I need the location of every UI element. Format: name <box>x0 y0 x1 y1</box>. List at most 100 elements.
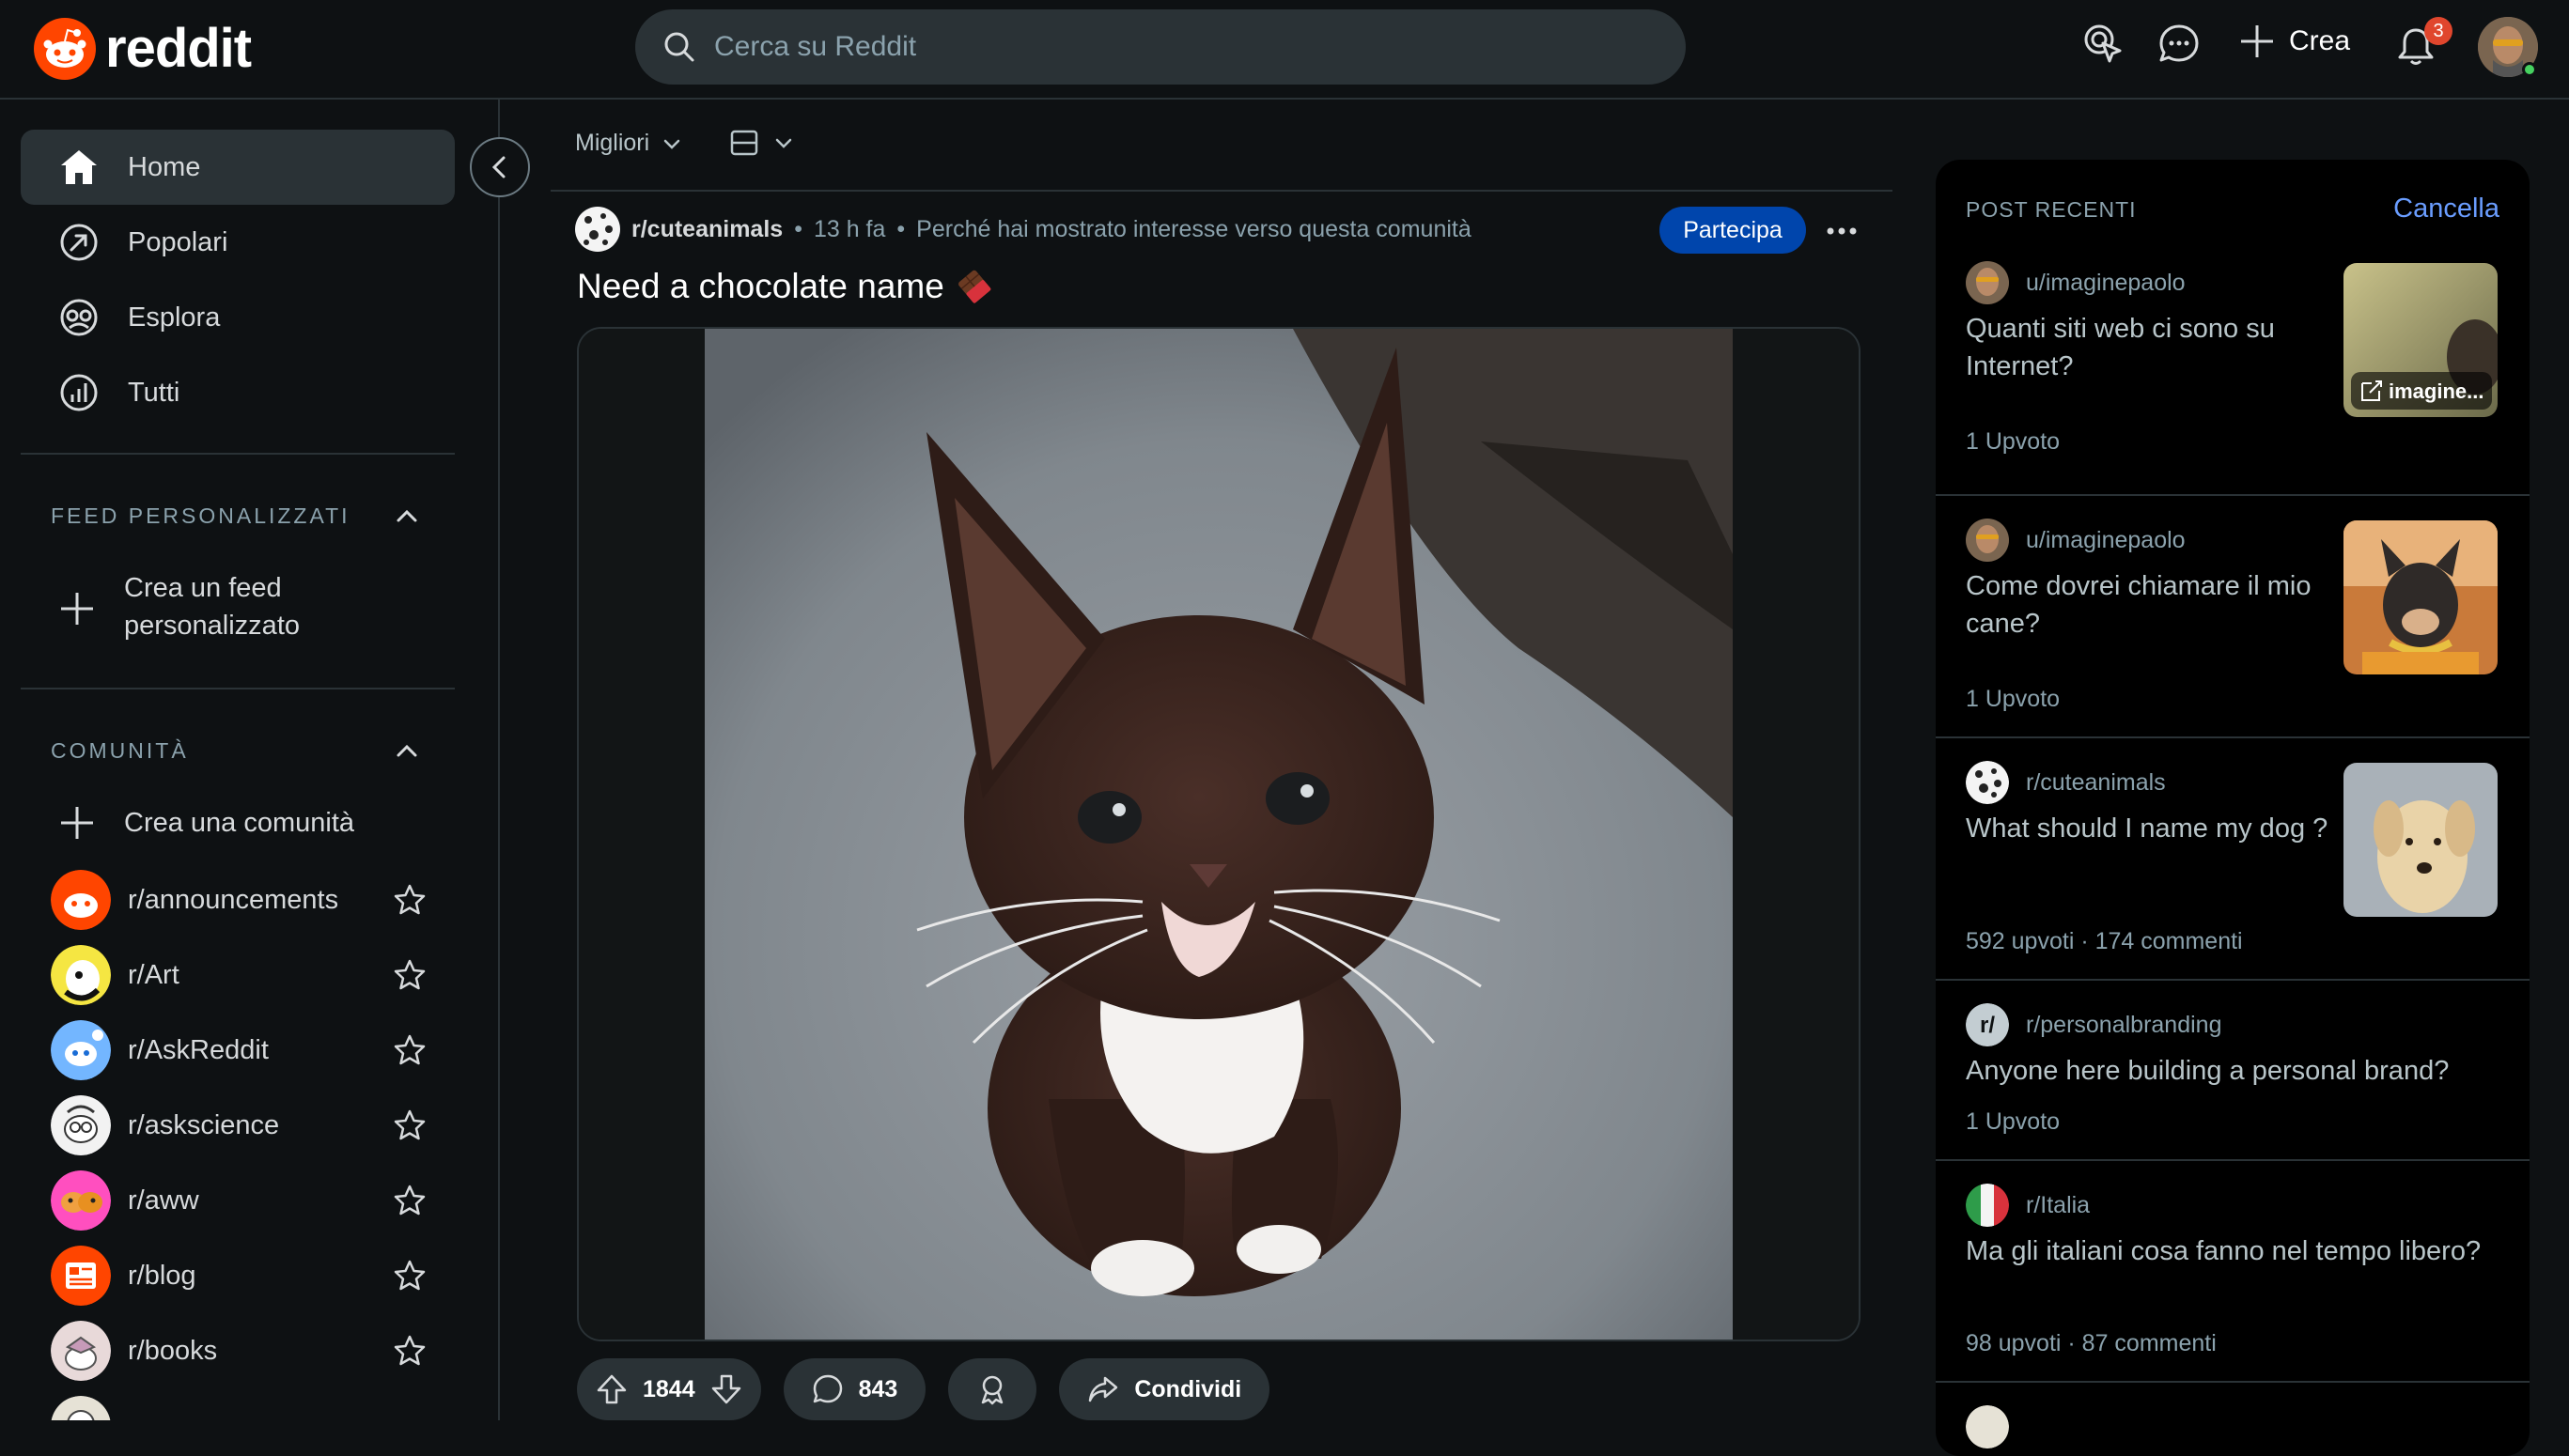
nav-explore-label: Esplora <box>128 302 221 333</box>
star-icon[interactable] <box>393 1033 427 1067</box>
recent-post-title: Ma gli italiani cosa fanno nel tempo lib… <box>1966 1236 2482 1266</box>
star-icon[interactable] <box>393 1108 427 1142</box>
sidebar-divider <box>21 688 455 689</box>
post-title[interactable]: Need a chocolate name <box>577 267 993 306</box>
view-mode-dropdown[interactable] <box>729 128 795 158</box>
community-avatar <box>51 1396 111 1420</box>
create-community-label: Crea una comunità <box>124 808 355 838</box>
star-icon[interactable] <box>393 883 427 917</box>
recent-post-item-partial[interactable] <box>1936 1383 2530 1456</box>
advertise-icon[interactable] <box>2082 23 2125 66</box>
post-actions: 1844 843 Condividi <box>577 1358 1270 1420</box>
community-item[interactable]: r/AskReddit <box>51 1020 427 1080</box>
nav-all-label: Tutti <box>128 377 180 408</box>
collapse-sidebar-button[interactable] <box>470 137 530 197</box>
community-name: r/AskReddit <box>128 1034 269 1065</box>
recent-post-thumbnail: imagine... <box>2343 263 2498 417</box>
share-button[interactable]: Condividi <box>1059 1358 1270 1420</box>
community-item[interactable]: r/Art <box>51 945 427 1005</box>
nav-popular-label: Popolari <box>128 226 228 257</box>
recent-post-title: Quanti siti web ci sono su Internet? <box>1966 314 2275 381</box>
star-icon[interactable] <box>393 1334 427 1368</box>
recent-post-item[interactable]: r/ r/personalbranding Anyone here buildi… <box>1936 981 2530 1161</box>
create-community[interactable]: Crea una comunità <box>58 804 354 842</box>
recent-post-thumbnail <box>2343 763 2498 917</box>
community-name: r/books <box>128 1335 218 1366</box>
community-item[interactable]: r/aww <box>51 1170 427 1231</box>
feed-divider <box>551 190 1892 192</box>
community-item-partial[interactable] <box>51 1396 427 1420</box>
chocolate-emoji-icon <box>958 270 991 303</box>
comment-count: 843 <box>858 1375 898 1402</box>
post-time: 13 h fa <box>813 215 886 242</box>
chevron-down-icon <box>663 139 680 149</box>
share-label: Condividi <box>1134 1375 1242 1402</box>
award-icon <box>982 1375 1004 1405</box>
community-item[interactable]: r/blog <box>51 1246 427 1306</box>
downvote-icon[interactable] <box>710 1373 742 1405</box>
post-title-text: Need a chocolate name <box>577 267 944 305</box>
nav-popular[interactable]: Popolari <box>21 205 455 280</box>
recent-post-author: u/imaginepaolo <box>2026 269 2186 296</box>
community-avatar <box>51 1321 111 1381</box>
sort-label: Migliori <box>575 130 650 156</box>
recent-post-item[interactable]: r/cuteanimals What should I name my dog … <box>1936 738 2530 981</box>
recent-post-author: r/personalbranding <box>2026 1011 2222 1038</box>
star-icon[interactable] <box>393 1259 427 1293</box>
recent-post-title: Come dovrei chiamare il mio cane? <box>1966 571 2312 639</box>
recent-post-stats: 1 Upvoto <box>1966 686 2061 712</box>
nav-all[interactable]: Tutti <box>21 355 455 430</box>
search-icon <box>664 32 694 62</box>
meta-separator: • <box>896 215 906 242</box>
plus-icon <box>61 807 93 839</box>
comments-button[interactable]: 843 <box>783 1358 926 1420</box>
upvote-icon[interactable] <box>596 1373 628 1405</box>
post-subreddit-link[interactable]: r/cuteanimals <box>631 216 783 243</box>
post-media[interactable] <box>577 327 1861 1341</box>
meta-separator: • <box>794 215 802 242</box>
post-meta: r/cuteanimals • 13 h fa • Perché hai mos… <box>575 207 1471 252</box>
community-name: r/blog <box>128 1260 196 1291</box>
community-name: r/aww <box>128 1185 199 1216</box>
reddit-logo[interactable]: reddit <box>34 17 252 80</box>
community-item[interactable]: r/askscience <box>51 1095 427 1155</box>
chat-icon[interactable] <box>2157 23 2201 66</box>
all-icon <box>60 374 98 411</box>
award-button[interactable] <box>948 1358 1037 1420</box>
star-icon[interactable] <box>393 1184 427 1217</box>
recent-post-item[interactable]: r/Italia Ma gli italiani cosa fanno nel … <box>1936 1161 2530 1383</box>
nav-home[interactable]: Home <box>21 130 455 205</box>
communities-collapse-icon[interactable] <box>393 736 421 765</box>
recent-post-item[interactable]: u/imaginepaolo Come dovrei chiamare il m… <box>1936 496 2530 738</box>
more-options-icon[interactable] <box>1823 212 1861 250</box>
sort-dropdown[interactable]: Migliori <box>575 130 683 157</box>
recent-post-title: Anyone here building a personal brand? <box>1966 1056 2450 1086</box>
recent-post-author: r/cuteanimals <box>2026 768 2166 796</box>
share-icon <box>1089 1376 1118 1402</box>
community-item[interactable]: r/books <box>51 1321 427 1381</box>
create-post-button[interactable]: Crea <box>2238 23 2350 60</box>
vote-control: 1844 <box>577 1358 761 1420</box>
recent-post-author: u/imaginepaolo <box>2026 526 2186 553</box>
recent-post-title: What should I name my dog ? <box>1966 813 2328 844</box>
join-button[interactable]: Partecipa <box>1659 207 1806 254</box>
sidebar-divider <box>21 453 455 455</box>
comment-icon <box>813 1374 842 1403</box>
nav-home-label: Home <box>128 151 201 182</box>
recent-post-thumbnail <box>2343 520 2498 674</box>
plus-icon <box>2241 25 2273 57</box>
star-icon[interactable] <box>393 958 427 992</box>
recent-post-stats: 592 upvoti · 174 commenti <box>1966 928 2243 954</box>
recent-post-item[interactable]: u/imaginepaolo Quanti siti web ci sono s… <box>1936 254 2530 496</box>
custom-feeds-title: FEED PERSONALIZZATI <box>51 503 350 528</box>
create-custom-feed[interactable]: Crea un feed personalizzato <box>58 569 300 644</box>
custom-feeds-collapse-icon[interactable] <box>393 502 421 530</box>
create-label: Crea <box>2289 25 2351 56</box>
community-item[interactable]: r/announcements <box>51 870 427 930</box>
nav-explore[interactable]: Esplora <box>21 280 455 355</box>
community-name: r/askscience <box>128 1109 280 1140</box>
subreddit-avatar[interactable] <box>575 207 620 252</box>
clear-recent-button[interactable]: Cancella <box>2393 194 2499 225</box>
online-status-dot <box>2522 62 2537 77</box>
search-bar[interactable]: Cerca su Reddit <box>635 9 1686 85</box>
